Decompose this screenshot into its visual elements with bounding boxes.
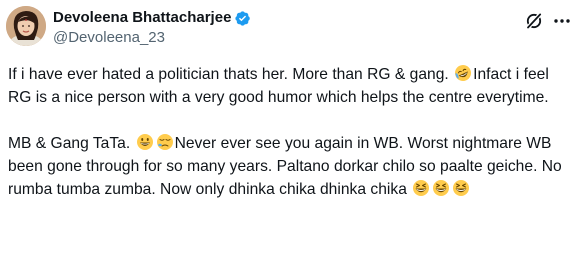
more-options-icon[interactable] <box>552 11 572 31</box>
name-row: Devoleena Bhattacharjee <box>53 9 251 27</box>
text-segment: MB & Gang TaTa. <box>8 135 135 152</box>
tweet-header: Devoleena Bhattacharjee @Devoleena_23 <box>53 9 251 49</box>
tweet-paragraph-2: MB & Gang TaTa. Never ever see you again… <box>8 132 574 201</box>
grinning-squinting-face-emoji-icon <box>452 179 470 197</box>
sleepy-face-emoji-icon <box>156 133 174 151</box>
avatar-image <box>6 6 46 46</box>
smiling-face-emoji-icon <box>136 133 154 151</box>
handle[interactable]: @Devoleena_23 <box>53 29 251 47</box>
verified-badge-icon <box>234 10 251 27</box>
grinning-squinting-face-emoji-icon <box>412 179 430 197</box>
tweet-text: If i have ever hated a politician thats … <box>8 63 574 201</box>
avatar[interactable] <box>6 6 46 46</box>
tweet[interactable]: Devoleena Bhattacharjee @Devoleena_23 If… <box>0 0 580 264</box>
text-segment: If i have ever hated a politician thats … <box>8 66 454 83</box>
tweet-paragraph-1: If i have ever hated a politician thats … <box>8 63 574 109</box>
grok-icon[interactable] <box>524 11 544 31</box>
display-name[interactable]: Devoleena Bhattacharjee <box>53 9 231 27</box>
grinning-squinting-face-emoji-icon <box>432 179 450 197</box>
rolling-on-floor-laughing-emoji-icon <box>454 64 472 82</box>
